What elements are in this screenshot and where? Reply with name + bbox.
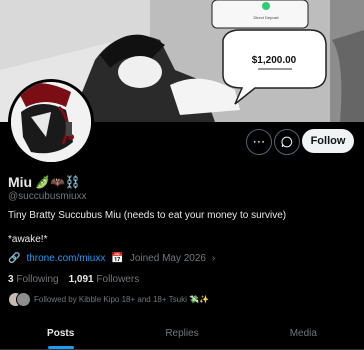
profile-bio-line2: *awake!* — [8, 234, 48, 245]
message-icon — [281, 136, 293, 148]
profile-name: Miu 🫛🦇⛓️ — [8, 174, 80, 190]
profile-meta: 🔗 throne.com/miuxx 📅 Joined May 2026 › — [8, 253, 215, 264]
tab-replies[interactable]: Replies — [121, 318, 242, 349]
link-icon: 🔗 — [8, 253, 21, 264]
following-count: 3 — [8, 274, 14, 285]
profile-avatar-frame[interactable] — [8, 79, 94, 165]
follow-button[interactable]: Follow — [302, 129, 354, 153]
message-button[interactable] — [274, 129, 300, 155]
followers-label: Followers — [96, 274, 140, 285]
display-name: Miu — [8, 174, 33, 190]
more-icon: ⋯ — [252, 134, 266, 149]
calendar-icon: 📅 — [111, 253, 124, 264]
joined-date: Joined May 2026 — [129, 253, 206, 264]
following-link[interactable]: 3 Following — [8, 274, 59, 285]
followed-by-text: Followed by Kibble Kipo 18+ and 18+ Tsuk… — [34, 294, 209, 304]
name-emojis: 🫛🦇⛓️ — [35, 175, 80, 189]
followers-link[interactable]: 1,091 Followers — [69, 274, 140, 285]
avatar — [16, 292, 31, 307]
tab-posts[interactable]: Posts — [0, 318, 121, 349]
chevron-right-icon[interactable]: › — [212, 253, 215, 264]
followers-count: 1,091 — [68, 274, 94, 285]
tab-media[interactable]: Media — [243, 318, 364, 349]
avatar — [11, 82, 91, 162]
profile-tabs: Posts Replies Media — [0, 318, 364, 350]
more-options-button[interactable]: ⋯ — [246, 129, 272, 155]
banner-price-text: $1,200.00 — [252, 55, 297, 66]
banner-bubble-caption: Direct Deposit — [253, 15, 279, 20]
profile-link[interactable]: throne.com/miuxx — [26, 253, 105, 264]
following-label: Following — [16, 274, 59, 285]
followed-by-avatars — [8, 292, 31, 307]
profile-handle: @succubusmiuxx — [8, 191, 87, 202]
profile-bio: Tiny Bratty Succubus Miu (needs to eat y… — [8, 210, 287, 221]
follow-counts: 3 Following 1,091 Followers — [8, 274, 139, 285]
followed-by[interactable]: Followed by Kibble Kipo 18+ and 18+ Tsuk… — [8, 292, 209, 307]
